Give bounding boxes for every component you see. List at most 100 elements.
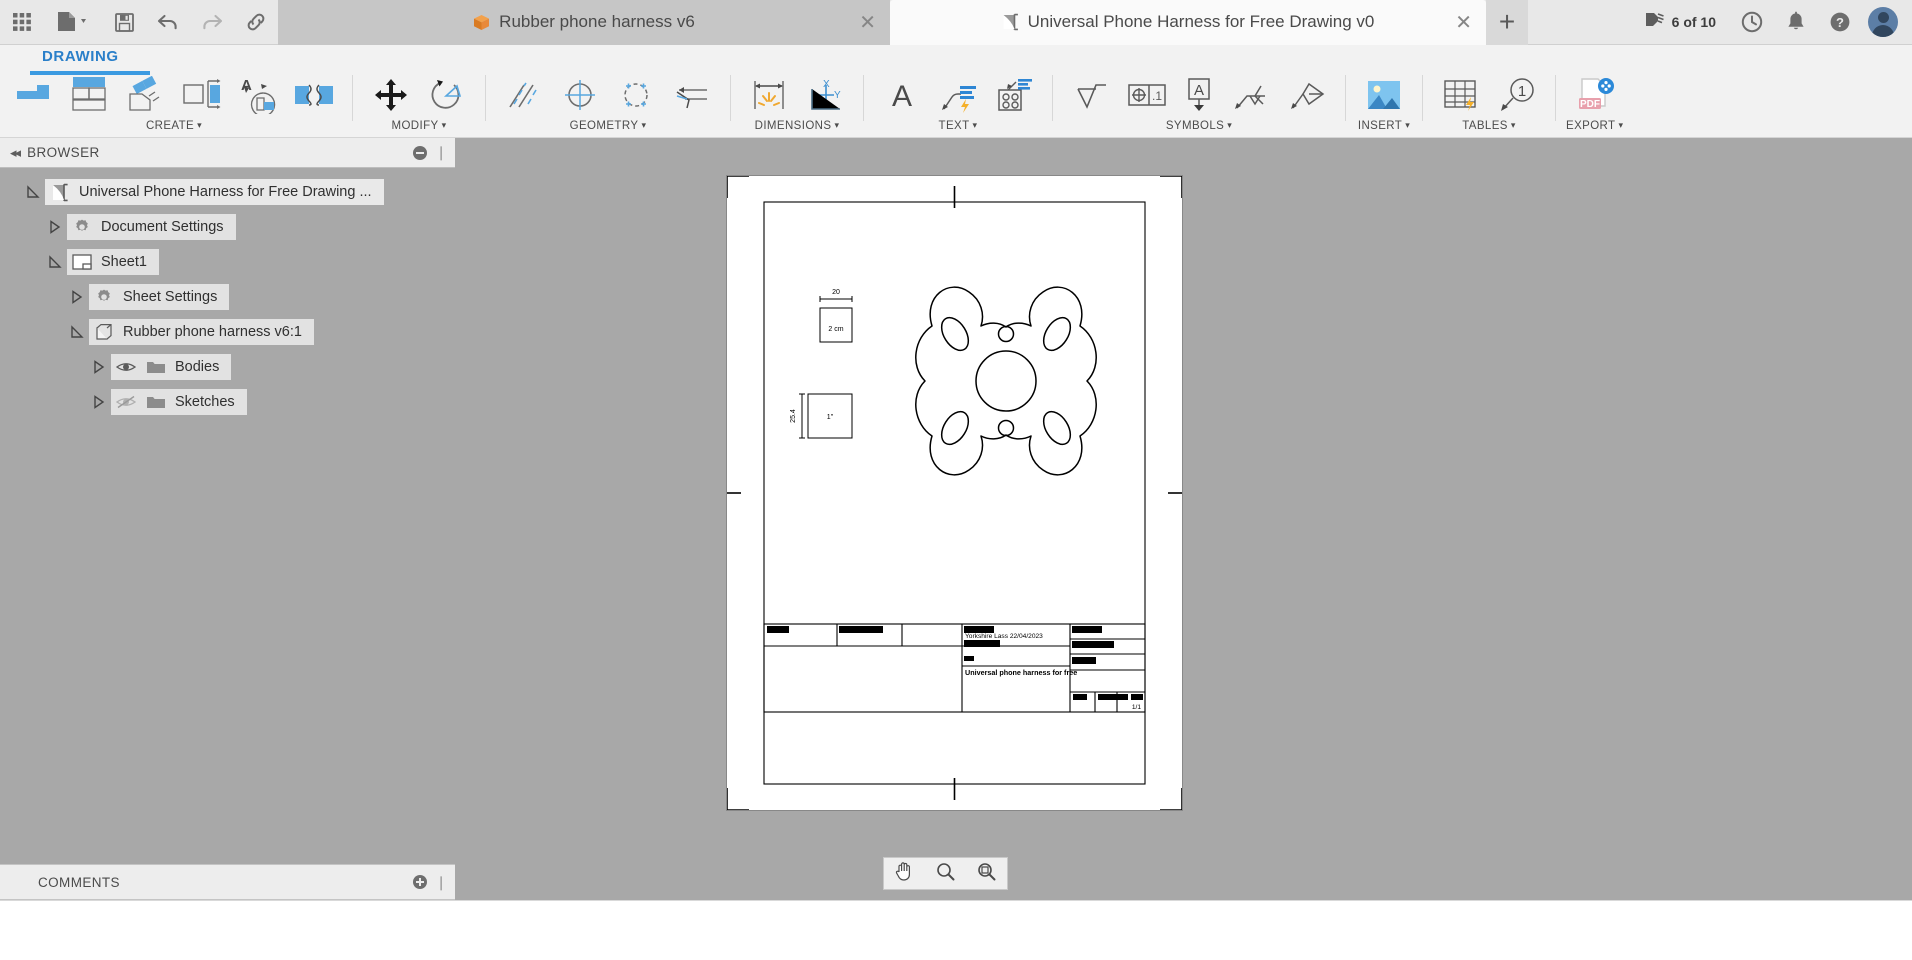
edge-extension-button[interactable]	[664, 71, 720, 119]
chevron-down-icon[interactable]: ▾	[1511, 120, 1516, 130]
comments-panel[interactable]: COMMENTS ❘	[0, 864, 455, 900]
pan-tool-button[interactable]	[888, 858, 922, 889]
chevron-down-icon[interactable]: ▾	[1618, 120, 1623, 130]
save-icon[interactable]	[102, 0, 146, 45]
center-mark-button[interactable]	[552, 71, 608, 119]
tree-node-bodies[interactable]: Bodies	[0, 353, 455, 381]
collapse-arrow-icon[interactable]	[68, 288, 86, 306]
ribbon-group-label: EXPORT ▾	[1566, 120, 1623, 132]
chevron-down-icon[interactable]: ▾	[1405, 120, 1410, 130]
ribbon-divider	[863, 75, 864, 121]
text-button[interactable]: A	[874, 71, 930, 119]
dimension-button[interactable]	[741, 71, 797, 119]
workspace-tab-drawing[interactable]: DRAWING	[42, 48, 119, 65]
group-label-text: MODIFY	[391, 120, 439, 132]
collapse-arrow-icon[interactable]	[90, 393, 108, 411]
break-view-button[interactable]	[286, 71, 342, 119]
rotate-button[interactable]	[419, 71, 475, 119]
output-pdf-button[interactable]: PDF	[1567, 71, 1623, 119]
group-label-text: EXPORT	[1566, 120, 1616, 132]
collapse-panel-icon[interactable]: ◂◂	[0, 145, 27, 161]
move-button[interactable]	[363, 71, 419, 119]
user-avatar[interactable]	[1868, 7, 1898, 37]
hole-table-callout-button[interactable]	[986, 71, 1042, 119]
expand-arrow-icon[interactable]	[24, 183, 42, 201]
surface-texture-button[interactable]	[1063, 71, 1119, 119]
centerline-button[interactable]	[496, 71, 552, 119]
svg-text:A: A	[1194, 82, 1204, 99]
tree-node-sheet1[interactable]: Sheet1	[0, 248, 455, 276]
chevron-down-icon[interactable]: ▾	[834, 120, 839, 130]
chevron-down-icon[interactable]: ▾	[442, 120, 447, 130]
link-icon[interactable]	[234, 0, 278, 45]
collapse-arrow-icon[interactable]	[46, 218, 64, 236]
tree-node-sketches[interactable]: Sketches	[0, 388, 455, 416]
balloon-button[interactable]: 1	[1489, 71, 1545, 119]
leader-text-button[interactable]	[930, 71, 986, 119]
file-icon[interactable]	[44, 0, 102, 45]
center-mark-pattern-button[interactable]	[608, 71, 664, 119]
dim-label-25-4: 25.4	[790, 409, 797, 423]
undo-icon[interactable]	[146, 0, 190, 45]
ribbon-divider	[352, 75, 353, 121]
panel-grip-icon[interactable]: ❘	[435, 874, 447, 891]
ribbon-group-label: DIMENSIONS ▾	[755, 120, 840, 132]
chevron-down-icon[interactable]: ▾	[1227, 120, 1232, 130]
chevron-down-icon[interactable]: ▾	[641, 120, 646, 130]
tree-node-drawing-root[interactable]: Universal Phone Harness for Free Drawing…	[0, 178, 455, 206]
svg-text:A: A	[892, 80, 912, 112]
tree-node-rubber-phone-harness[interactable]: Rubber phone harness v6:1	[0, 318, 455, 346]
document-tab-universal-phone-harness-drawing[interactable]: Universal Phone Harness for Free Drawing…	[890, 0, 1486, 45]
base-view-button[interactable]	[6, 71, 62, 119]
drawing-sheet[interactable]: 20 2 cm 25.4 1" Yorkshire Lass 22/04/202…	[727, 176, 1182, 810]
new-tab-button[interactable]: +	[1486, 0, 1528, 45]
feature-identifier-button[interactable]	[1279, 71, 1335, 119]
help-question-icon[interactable]: ?	[1818, 0, 1862, 45]
group-label-text: TABLES	[1462, 120, 1508, 132]
close-icon[interactable]: ✕	[1455, 12, 1472, 32]
grid-apps-icon[interactable]	[0, 0, 44, 45]
hand-icon	[895, 861, 914, 886]
eye-hidden-icon[interactable]	[115, 392, 137, 412]
expand-arrow-icon[interactable]	[68, 323, 86, 341]
add-comment-icon[interactable]	[413, 875, 428, 889]
chevron-down-icon[interactable]: ▾	[973, 120, 978, 130]
insert-image-button[interactable]	[1356, 71, 1412, 119]
expand-arrow-icon[interactable]	[46, 253, 64, 271]
sheet-icon	[71, 252, 93, 272]
collapse-arrow-icon[interactable]	[90, 358, 108, 376]
tree-node-label: Sketches	[175, 394, 235, 410]
section-view-button[interactable]	[174, 71, 230, 119]
title-block-author-date: Yorkshire Lass 22/04/2023	[965, 633, 1043, 640]
weld-symbol-button[interactable]	[1223, 71, 1279, 119]
eye-visible-icon[interactable]	[115, 357, 137, 377]
zoom-tool-button[interactable]	[929, 858, 963, 889]
ribbon-divider	[1345, 75, 1346, 121]
close-icon[interactable]: ✕	[859, 12, 876, 32]
ribbon-divider	[730, 75, 731, 121]
sheet-svg: 20 2 cm 25.4 1" Yorkshire Lass 22/04/202…	[727, 176, 1182, 810]
minus-circle-icon[interactable]	[413, 145, 428, 160]
redo-icon[interactable]	[190, 0, 234, 45]
table-button[interactable]	[1433, 71, 1489, 119]
version-indicator[interactable]: 6 of 10	[1630, 0, 1730, 45]
feature-control-frame-button[interactable]: .1	[1119, 71, 1175, 119]
detail-view-button[interactable]: A	[230, 71, 286, 119]
chevron-down-icon[interactable]: ▾	[197, 120, 202, 130]
zoom-fit-tool-button[interactable]	[970, 858, 1004, 889]
panel-grip-icon[interactable]: ❘	[435, 144, 447, 161]
notifications-bell-icon[interactable]	[1774, 0, 1818, 45]
magnifier-icon	[936, 862, 955, 886]
svg-text:1: 1	[1518, 83, 1526, 100]
tree-node-sheet-settings[interactable]: Sheet Settings	[0, 283, 455, 311]
ribbon-divider	[1052, 75, 1053, 121]
drawing-canvas[interactable]: 20 2 cm 25.4 1" Yorkshire Lass 22/04/202…	[455, 138, 1912, 900]
tree-node-document-settings[interactable]: Document Settings	[0, 213, 455, 241]
datum-identifier-button[interactable]: A	[1175, 71, 1223, 119]
projected-view-button[interactable]	[62, 71, 118, 119]
ordinate-dimension-button[interactable]: X Y	[797, 71, 853, 119]
auxiliary-view-button[interactable]	[118, 71, 174, 119]
recent-clock-icon[interactable]	[1730, 0, 1774, 45]
document-tab-rubber-phone-harness[interactable]: Rubber phone harness v6 ✕	[278, 0, 890, 45]
svg-text:PDF: PDF	[1580, 99, 1600, 110]
